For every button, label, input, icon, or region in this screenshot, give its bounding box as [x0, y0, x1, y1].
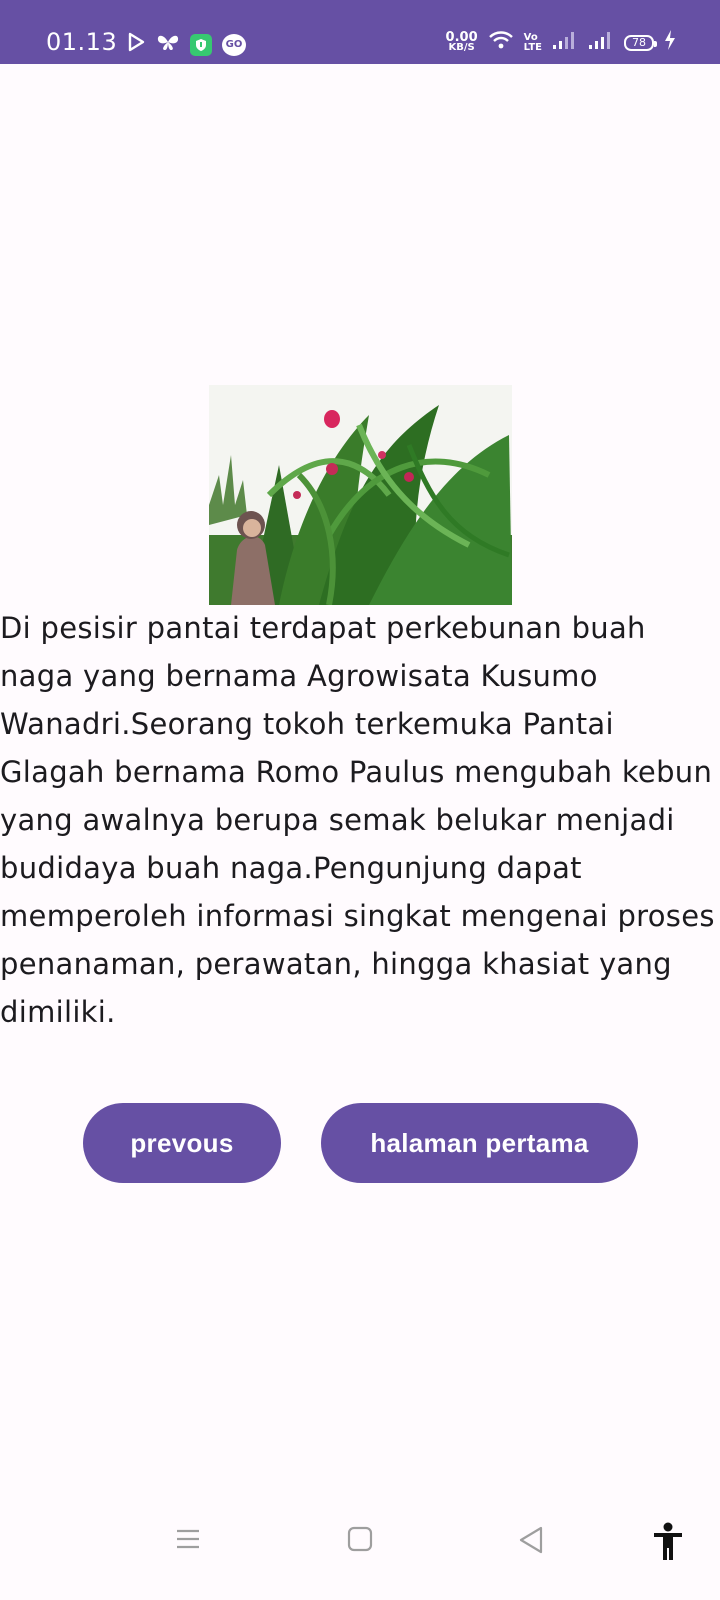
navigation-bar	[0, 1488, 720, 1600]
first-page-button[interactable]: halaman pertama	[321, 1103, 638, 1183]
network-speed: 0.00 KB/S	[445, 29, 478, 53]
status-time: 01.13	[46, 28, 118, 56]
go-icon: GO	[222, 33, 246, 56]
shield-app-icon	[190, 33, 212, 56]
story-paragraph: Di pesisir pantai terdapat perkebunan bu…	[0, 611, 715, 1029]
accessibility-icon[interactable]	[652, 1522, 684, 1567]
dragon-fruit-plantation-image	[209, 385, 512, 605]
signal-icon	[552, 30, 578, 55]
back-icon[interactable]	[517, 1526, 545, 1559]
status-bar: 01.13 GO 0.00 KB/S Vo LTE 78	[0, 0, 720, 64]
signal-icon	[588, 30, 614, 55]
play-icon	[126, 32, 146, 57]
menu-icon[interactable]	[175, 1526, 201, 1557]
system-status-icons: 0.00 KB/S Vo LTE 78	[446, 30, 676, 55]
notification-icons: GO	[126, 32, 246, 57]
volte-indicator: Vo LTE	[523, 31, 542, 53]
previous-button[interactable]: prevous	[83, 1103, 281, 1183]
home-icon[interactable]	[347, 1526, 373, 1557]
wifi-icon	[488, 30, 514, 55]
battery-indicator: 78	[624, 34, 657, 51]
charging-icon	[664, 30, 676, 55]
butterfly-icon	[156, 32, 180, 57]
